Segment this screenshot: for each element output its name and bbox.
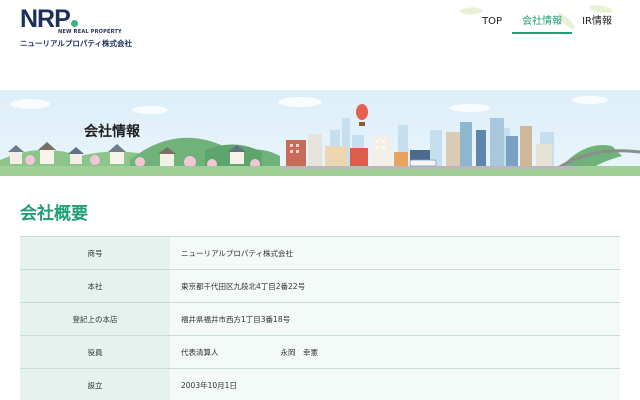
row-label: 設立 xyxy=(20,369,170,400)
table-row: 登記上の本店 福井県福井市西方1丁目3番18号 xyxy=(20,303,620,336)
company-logo[interactable]: NRP NEW REAL PROPERTY ニューリアルプロパティ株式会社 xyxy=(20,6,132,48)
row-label: 商号 xyxy=(20,237,170,269)
row-value: ニューリアルプロパティ株式会社 xyxy=(170,237,620,269)
table-row: 役員 代表清算人 永岡 幸憲 xyxy=(20,336,620,369)
row-value: 福井県福井市西方1丁目3番18号 xyxy=(170,303,620,335)
table-row: 設立 2003年10月1日 xyxy=(20,369,620,400)
table-row: 商号 ニューリアルプロパティ株式会社 xyxy=(20,237,620,270)
banner-title: 会社情報 xyxy=(84,124,140,140)
row-value: 2003年10月1日 xyxy=(170,369,620,400)
table-row: 本社 東京都千代田区九段北4丁目2番22号 xyxy=(20,270,620,303)
row-label: 本社 xyxy=(20,270,170,302)
officer-name: 永岡 幸憲 xyxy=(280,347,319,357)
officer-title: 代表清算人 xyxy=(181,347,219,357)
row-value: 代表清算人 永岡 幸憲 xyxy=(170,336,620,368)
main-nav: TOP 会社情報 IR情報 xyxy=(480,14,614,34)
row-value: 東京都千代田区九段北4丁目2番22号 xyxy=(170,270,620,302)
page-title: 会社概要 xyxy=(20,204,88,224)
company-overview-table: 商号 ニューリアルプロパティ株式会社 本社 東京都千代田区九段北4丁目2番22号… xyxy=(20,236,620,400)
nav-company-info[interactable]: 会社情報 xyxy=(512,14,573,34)
row-label: 役員 xyxy=(20,336,170,368)
logo-company-name: ニューリアルプロパティ株式会社 xyxy=(20,39,132,48)
row-label: 登記上の本店 xyxy=(20,303,170,335)
nav-top[interactable]: TOP xyxy=(480,14,504,32)
logo-subtitle: NEW REAL PROPERTY xyxy=(58,29,122,35)
site-header: NRP NEW REAL PROPERTY ニューリアルプロパティ株式会社 TO… xyxy=(0,0,640,84)
nav-ir-info[interactable]: IR情報 xyxy=(580,14,614,32)
